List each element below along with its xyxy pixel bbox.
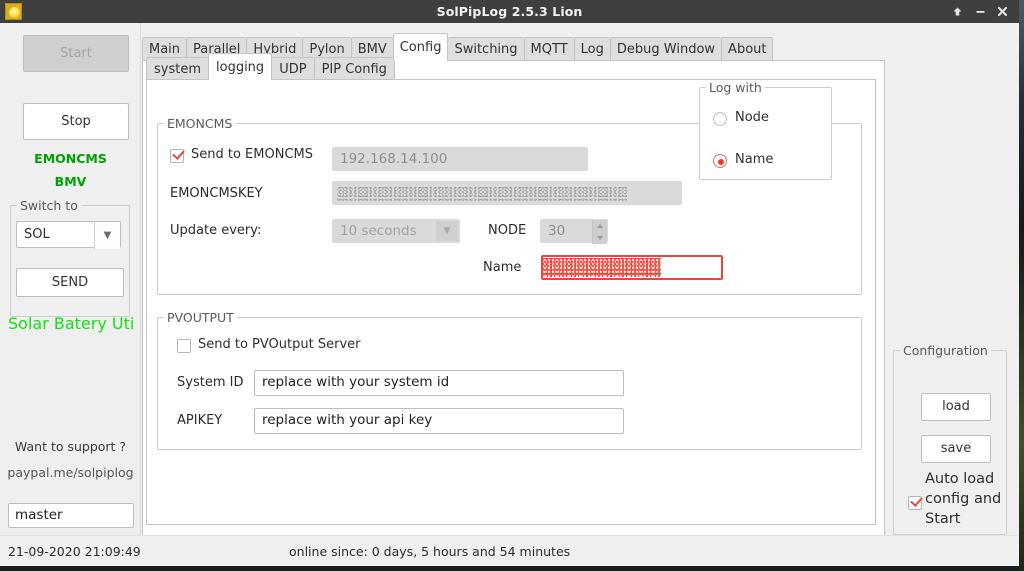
log-with-node-radio[interactable] xyxy=(713,112,727,126)
stop-button[interactable]: Stop xyxy=(23,103,129,140)
emoncms-server-input[interactable]: 192.168.14.100 xyxy=(332,147,588,171)
chevron-down-icon[interactable]: ▼ xyxy=(436,221,458,241)
status-online-since: online since: 0 days, 5 hours and 54 min… xyxy=(289,544,570,559)
bottom-edge xyxy=(0,566,1019,571)
pvoutput-group: PVOUTPUT Send to PVOutput Server System … xyxy=(157,317,862,450)
emoncmskey-redaction xyxy=(337,186,627,202)
application-window: SolPipLog 2.5.3 Lion Start Stop EMONCMS … xyxy=(0,0,1024,571)
apikey-label: APIKEY xyxy=(177,413,222,428)
log-with-node-label: Node xyxy=(735,110,769,125)
subtab-pip-config[interactable]: PIP Config xyxy=(314,57,395,80)
send-to-emoncms-label: Send to EMONCMS xyxy=(191,147,313,162)
autoload-config-checkbox[interactable] xyxy=(908,496,922,510)
log-with-name-radio[interactable] xyxy=(713,154,727,168)
emoncmskey-label: EMONCMSKEY xyxy=(170,186,263,201)
node-spinner-buttons[interactable] xyxy=(592,220,607,244)
tab-debug-window[interactable]: Debug Window xyxy=(610,37,721,61)
save-config-button[interactable]: save xyxy=(921,435,991,463)
support-link[interactable]: paypal.me/solpiplog xyxy=(0,465,141,480)
emoncms-name-input[interactable] xyxy=(541,255,723,280)
send-button[interactable]: SEND xyxy=(16,268,124,297)
support-question: Want to support ? xyxy=(0,439,141,454)
spinner-up-icon[interactable] xyxy=(597,224,603,228)
send-to-emoncms-checkbox[interactable] xyxy=(170,149,184,163)
apikey-input[interactable]: replace with your api key xyxy=(254,408,624,434)
emoncmskey-input[interactable] xyxy=(332,181,682,205)
spinner-down-icon[interactable] xyxy=(597,236,603,240)
left-sidebar: Start Stop EMONCMS BMV Switch to SOL ▼ S… xyxy=(0,23,141,535)
status-bmv: BMV xyxy=(0,174,141,189)
switch-to-select[interactable]: SOL ▼ xyxy=(16,221,121,248)
tab-log[interactable]: Log xyxy=(574,37,610,61)
tab-mqtt[interactable]: MQTT xyxy=(524,37,574,61)
sidebar-divider xyxy=(140,23,141,535)
log-with-name-label: Name xyxy=(735,152,773,167)
chevron-down-icon[interactable]: ▼ xyxy=(94,222,120,249)
node-spinner-value: 30 xyxy=(548,220,565,243)
configuration-group: Configuration load save Auto load config… xyxy=(893,350,1007,535)
window-title: SolPipLog 2.5.3 Lion xyxy=(0,0,1019,23)
branch-input[interactable]: master xyxy=(8,503,134,528)
logging-subtab-page: EMONCMS Send to EMONCMS 192.168.14.100 E… xyxy=(146,79,876,525)
close-icon[interactable] xyxy=(991,0,1013,23)
log-with-group: Log with Node Name xyxy=(699,87,832,180)
title-bar: SolPipLog 2.5.3 Lion xyxy=(0,0,1019,23)
tab-about[interactable]: About xyxy=(721,37,773,61)
send-to-pvoutput-checkbox[interactable] xyxy=(177,339,191,353)
start-button[interactable]: Start xyxy=(23,35,129,72)
send-to-pvoutput-label: Send to PVOutput Server xyxy=(198,337,360,352)
update-interval-select[interactable]: 10 seconds ▼ xyxy=(332,219,460,243)
log-with-group-title: Log with xyxy=(706,80,765,95)
load-config-button[interactable]: load xyxy=(921,393,991,421)
name-label: Name xyxy=(483,260,521,275)
window-body: Start Stop EMONCMS BMV Switch to SOL ▼ S… xyxy=(0,23,1019,571)
update-interval-value: 10 seconds xyxy=(340,220,417,243)
node-spinner[interactable]: 30 xyxy=(540,219,608,243)
update-every-label: Update every: xyxy=(170,223,261,238)
subtab-udp[interactable]: UDP xyxy=(272,57,313,80)
subtab-system[interactable]: system xyxy=(146,57,208,80)
tab-config[interactable]: Config xyxy=(393,33,449,61)
status-emoncms: EMONCMS xyxy=(0,151,141,166)
config-subtab-bar: system logging UDP PIP Config xyxy=(146,54,395,80)
desktop-background-strip xyxy=(1019,0,1024,571)
brand-label: Solar Batery Uti xyxy=(8,314,141,333)
system-id-label: System ID xyxy=(177,375,243,390)
autoload-config-label: Auto load config and Start xyxy=(925,469,1005,529)
system-id-input[interactable]: replace with your system id xyxy=(254,370,624,396)
pvoutput-group-title: PVOUTPUT xyxy=(164,310,237,325)
tab-switching[interactable]: Switching xyxy=(448,37,523,61)
node-label: NODE xyxy=(488,223,526,238)
start-button-label: Start xyxy=(24,36,128,71)
switch-to-group-title: Switch to xyxy=(17,198,81,213)
main-tab-widget: Main Parallel Hybrid Pylon BMV Config Sw… xyxy=(142,23,887,539)
emoncms-group-title: EMONCMS xyxy=(164,116,235,131)
emoncms-name-redaction xyxy=(543,258,661,277)
minimize-icon[interactable] xyxy=(969,0,991,23)
subtab-logging[interactable]: logging xyxy=(208,53,272,80)
shade-up-icon[interactable] xyxy=(946,0,968,23)
configuration-group-title: Configuration xyxy=(900,343,991,358)
status-timestamp: 21-09-2020 21:09:49 xyxy=(8,544,141,559)
switch-to-select-value: SOL xyxy=(24,222,50,249)
